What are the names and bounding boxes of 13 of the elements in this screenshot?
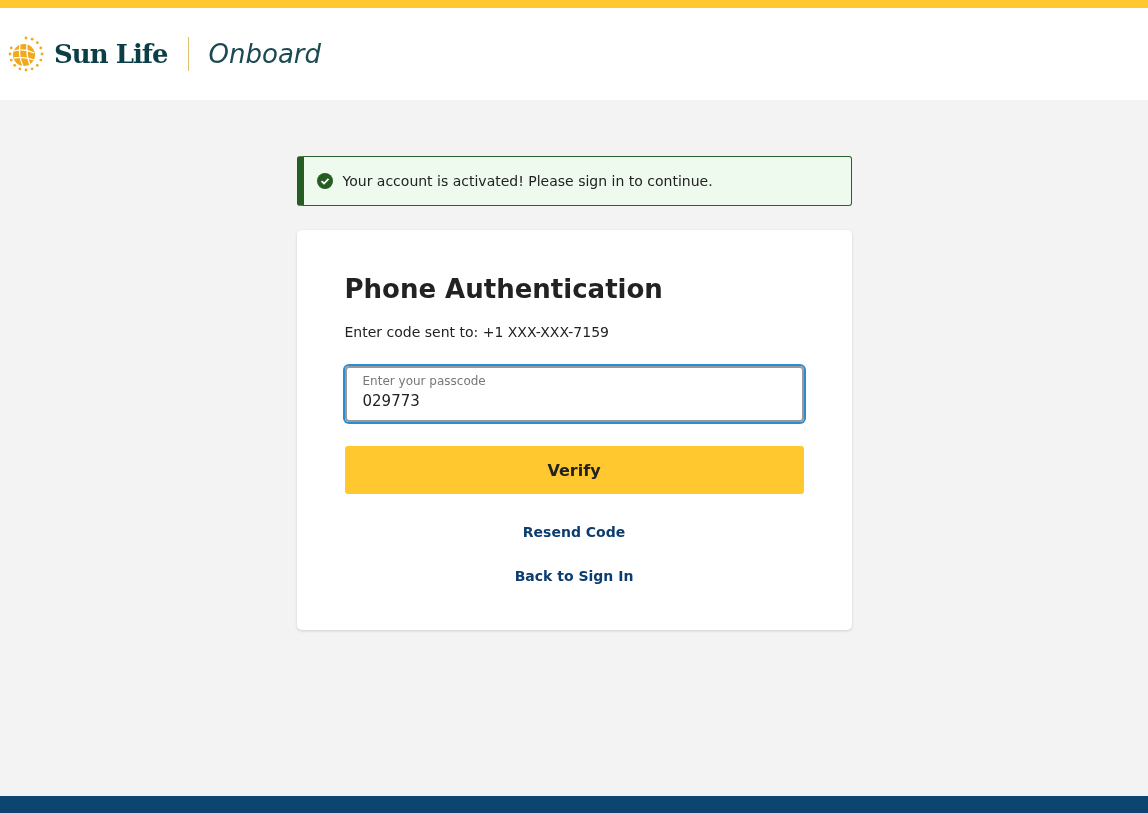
alert-message: Your account is activated! Please sign in to continue. [342, 173, 713, 189]
check-circle-icon [316, 173, 333, 189]
brand-name: Sun Life [54, 39, 168, 69]
floating-label: Enter your passcode [362, 374, 487, 388]
text-link[interactable]: Resend Code [522, 524, 626, 540]
sun-logo-icon [8, 36, 44, 72]
card-title: Phone Authentication [344, 274, 664, 304]
verify-button[interactable]: Verify [344, 446, 804, 494]
text-link[interactable]: Back to Sign In [514, 568, 634, 584]
passcode-field[interactable]: Enter your passcode 029773 [344, 366, 804, 422]
passcode-input[interactable]: 029773 [362, 388, 786, 410]
instruction-text: Enter code sent to: +1 XXX-XXX-7159 [344, 324, 610, 340]
product-name: Onboard [208, 39, 321, 69]
